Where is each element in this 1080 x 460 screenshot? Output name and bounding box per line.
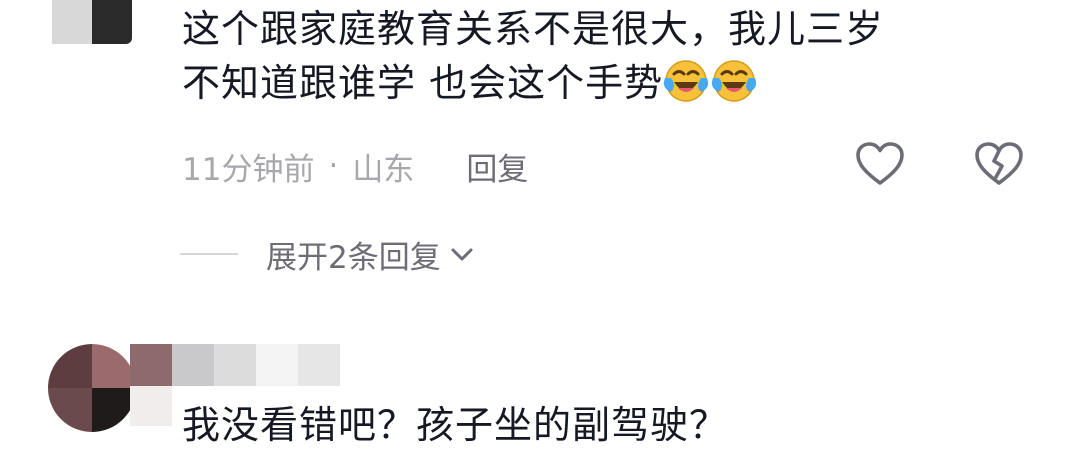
broken-heart-icon[interactable] <box>974 141 1024 187</box>
avatar-pixel <box>92 0 132 44</box>
blur-pixel <box>298 344 340 386</box>
blur-pixel <box>214 344 256 386</box>
laughing-crying-emoji-icon <box>711 60 757 102</box>
reply-button[interactable]: 回复 <box>466 144 528 189</box>
avatar-pixel <box>48 388 92 432</box>
blur-pixel <box>130 344 172 386</box>
username-blurred <box>130 344 340 386</box>
laughing-crying-emoji-icon <box>663 60 709 102</box>
comment-1-line-1: 这个跟家庭教育关系不是很大，我儿三岁 <box>182 7 885 51</box>
comment-time: 11分钟前 <box>182 151 315 188</box>
meta-separator: · <box>328 148 339 184</box>
chevron-down-icon <box>451 248 473 261</box>
blur-pixel <box>256 344 298 386</box>
comment-location: 山东 <box>352 151 415 188</box>
avatar-comment-2[interactable] <box>48 344 136 432</box>
divider-line <box>180 253 238 255</box>
comment-1-meta: 11分钟前 · 山东 回复 <box>182 140 528 192</box>
comment-2-text: 我没看错吧？孩子坐的副驾驶？ <box>182 403 729 447</box>
expand-replies-label: 展开2条回复 <box>266 239 441 276</box>
heart-outline-icon[interactable] <box>855 141 905 187</box>
avatar-pixel <box>52 0 92 44</box>
blur-pixel <box>130 386 172 426</box>
avatar-comment-1[interactable] <box>52 0 132 44</box>
comment-1-line-2: 不知道跟谁学 也会这个手势 <box>182 61 664 105</box>
comment-1-text: 这个跟家庭教育关系不是很大，我儿三岁 不知道跟谁学 也会这个手势 <box>182 2 1042 110</box>
avatar-pixel <box>48 344 92 388</box>
blur-pixel <box>172 344 214 386</box>
expand-replies-button[interactable]: 展开2条回复 <box>180 228 477 280</box>
